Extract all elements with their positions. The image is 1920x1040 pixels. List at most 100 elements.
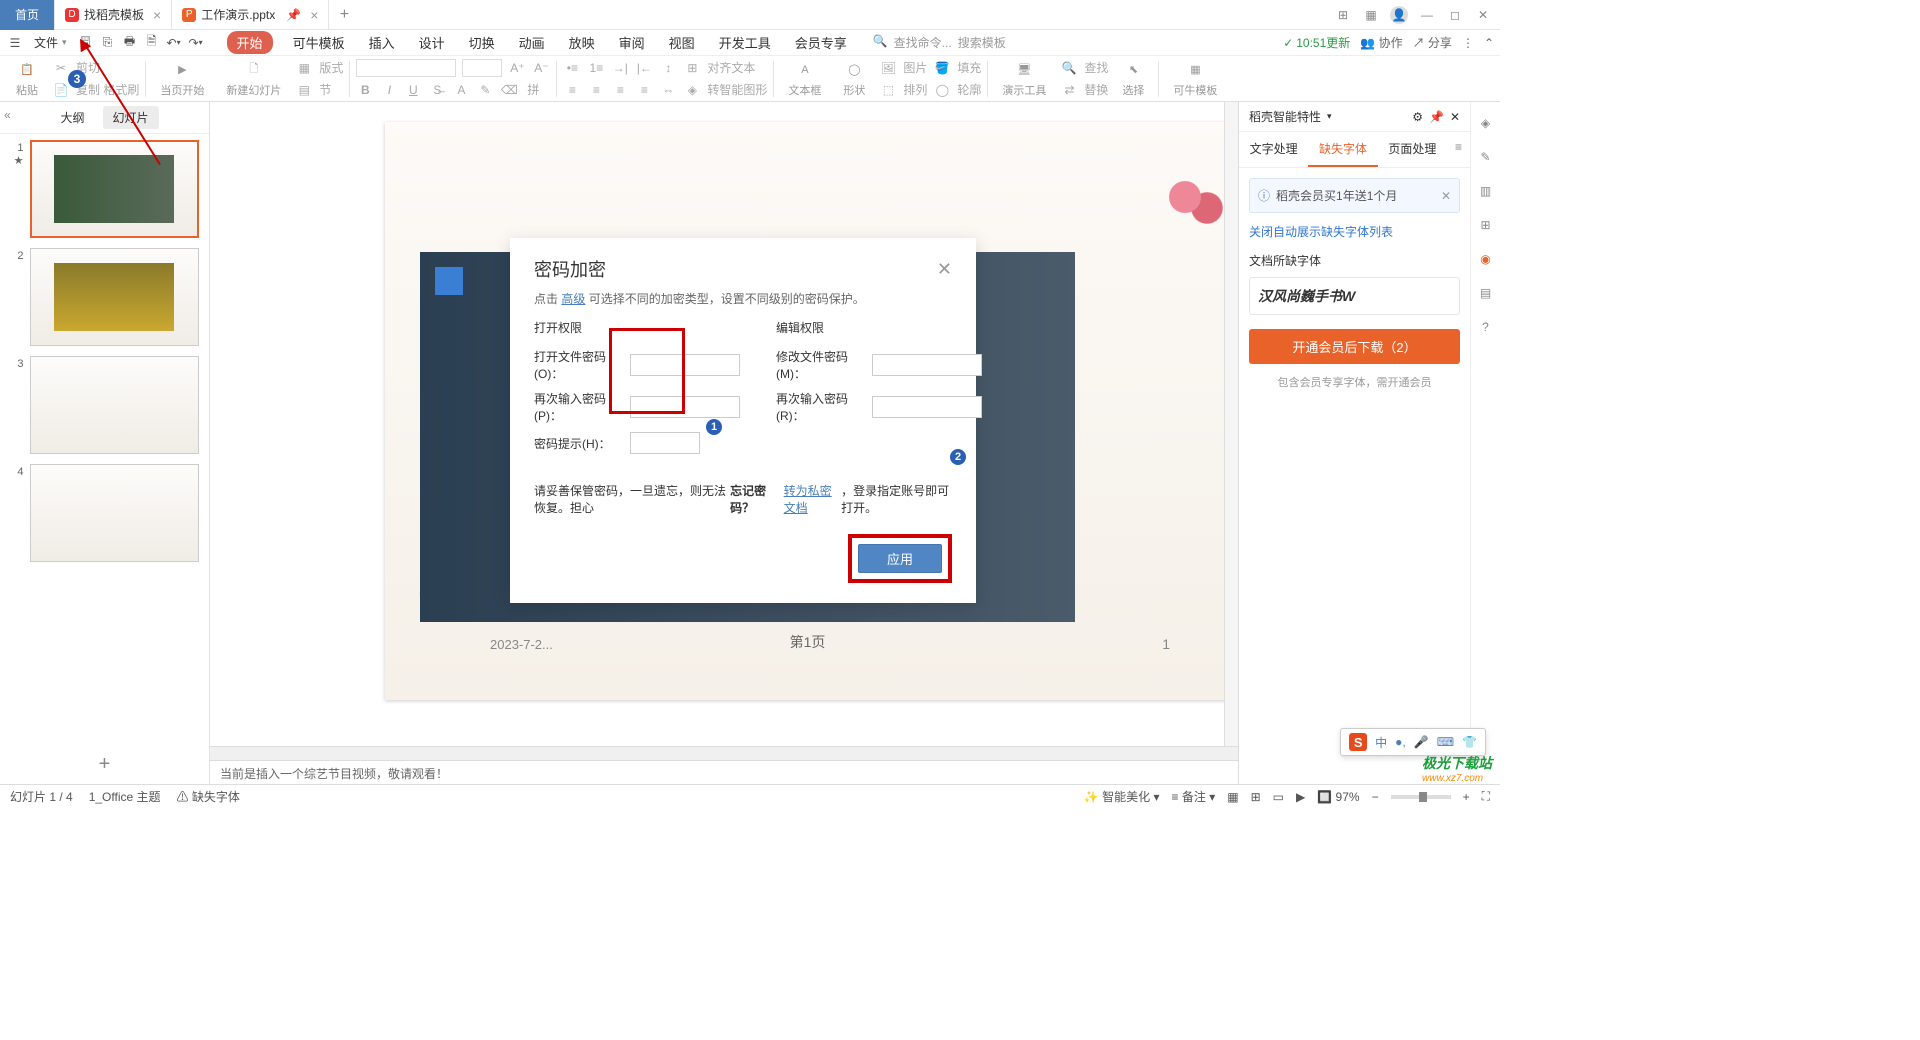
promo-close-icon[interactable]: ✕	[1441, 189, 1451, 203]
tab-transition[interactable]: 切换	[465, 31, 499, 54]
tab-member[interactable]: 会员专享	[791, 31, 851, 54]
align-justify-icon[interactable]: ≡	[635, 81, 653, 99]
zoom-in-icon[interactable]: +	[1463, 790, 1470, 804]
tab-view[interactable]: 视图	[665, 31, 699, 54]
bold-icon[interactable]: B	[356, 81, 374, 99]
side-tool-5-icon[interactable]: ◉	[1477, 250, 1495, 268]
font-select[interactable]	[356, 59, 456, 77]
close-auto-display-link[interactable]: 关闭自动展示缺失字体列表	[1239, 223, 1470, 240]
ime-keyboard-icon[interactable]: ⌨	[1437, 735, 1454, 749]
tab-home[interactable]: 首页	[0, 0, 55, 30]
horizontal-scrollbar[interactable]	[210, 746, 1238, 760]
print-preview-icon[interactable]: 🗎	[143, 34, 161, 52]
tab-animation[interactable]: 动画	[515, 31, 549, 54]
missing-font-item[interactable]: 汉风尚巍手书W	[1249, 277, 1460, 315]
fit-window-icon[interactable]: ⛶	[1482, 789, 1490, 804]
bullets-icon[interactable]: •≡	[563, 59, 581, 77]
underline-icon[interactable]: U	[404, 81, 422, 99]
copy-icon[interactable]: 📄	[52, 81, 70, 99]
more-icon[interactable]: ⋮	[1462, 36, 1474, 50]
select-btn[interactable]: ⬉选择	[1114, 60, 1152, 98]
play-from-here[interactable]: ▶当页开始	[152, 60, 212, 98]
edit-password-confirm-input[interactable]	[872, 396, 982, 418]
print-icon[interactable]: 🖶	[121, 34, 139, 52]
side-tool-6-icon[interactable]: ▤	[1477, 284, 1495, 302]
theme-name[interactable]: 1_Office 主题	[89, 788, 161, 805]
minimize-icon[interactable]: —	[1418, 6, 1436, 24]
ime-voice-icon[interactable]: 🎤	[1414, 735, 1429, 749]
font-color-icon[interactable]: A	[452, 81, 470, 99]
side-tool-2-icon[interactable]: ✎	[1477, 148, 1495, 166]
present-tools[interactable]: 🖥演示工具	[994, 60, 1054, 98]
kn-template-btn[interactable]: ▦可牛模板	[1165, 60, 1225, 98]
add-slide-button[interactable]: +	[0, 745, 209, 784]
promo-banner[interactable]: ⓘ 稻壳会员买1年送1个月 ✕	[1249, 178, 1460, 213]
smart-shape-btn[interactable]: ◈转智能图形	[683, 81, 767, 99]
pin-icon[interactable]: 📌	[1429, 110, 1444, 124]
section-btn[interactable]: ▤节	[295, 81, 343, 99]
increase-font-icon[interactable]: A⁺	[508, 59, 526, 77]
textbox-btn[interactable]: A文本框	[780, 60, 829, 98]
slide-thumbnail-3[interactable]	[30, 356, 199, 454]
export-icon[interactable]: ⎘	[99, 34, 117, 52]
collab-button[interactable]: 👥 协作	[1360, 34, 1402, 51]
fill-btn[interactable]: 🪣填充	[933, 59, 981, 77]
tab-close-icon[interactable]: ×	[153, 7, 161, 23]
beautify-btn[interactable]: ✨ 智能美化 ▾	[1084, 788, 1160, 805]
layout-btn[interactable]: ▦版式	[295, 59, 343, 77]
advanced-link[interactable]: 高级	[561, 292, 585, 306]
clear-format-icon[interactable]: ⌫	[500, 81, 518, 99]
open-password-confirm-input[interactable]	[630, 396, 740, 418]
ime-toolbar[interactable]: S 中 ●, 🎤 ⌨ 👕	[1340, 728, 1486, 756]
notes-bar[interactable]: 当前是插入一个综艺节目视频，敬请观看！	[210, 760, 1238, 784]
zoom-label[interactable]: 🔲 97%	[1317, 790, 1359, 804]
sync-status[interactable]: ✓10:51更新	[1283, 34, 1350, 51]
side-tool-1-icon[interactable]: ◈	[1477, 114, 1495, 132]
tab-dev[interactable]: 开发工具	[715, 31, 775, 54]
redo-icon[interactable]: ↷▾	[187, 34, 205, 52]
private-doc-link[interactable]: 转为私密文档	[784, 482, 839, 516]
layout-icon[interactable]: ⊞	[1334, 6, 1352, 24]
tab-design[interactable]: 设计	[415, 31, 449, 54]
tab-kn-template[interactable]: 可牛模板	[289, 31, 349, 54]
strike-icon[interactable]: S̶	[428, 81, 446, 99]
shape-btn[interactable]: ◯形状	[835, 60, 873, 98]
share-button[interactable]: ↗ 分享	[1413, 34, 1452, 51]
slide-thumbnail-2[interactable]	[30, 248, 199, 346]
notes-toggle[interactable]: ≡ 备注 ▾	[1172, 788, 1216, 805]
rp-tab-fonts[interactable]: 缺失字体	[1308, 132, 1377, 167]
highlight-icon[interactable]: ✎	[476, 81, 494, 99]
zoom-out-icon[interactable]: −	[1372, 790, 1379, 804]
tab-start[interactable]: 开始	[227, 31, 273, 54]
picture-btn[interactable]: 🖼图片	[879, 59, 927, 77]
ime-lang[interactable]: 中	[1375, 734, 1387, 751]
maximize-icon[interactable]: ◻	[1446, 6, 1464, 24]
tab-close-icon[interactable]: ×	[310, 7, 318, 23]
open-password-input[interactable]	[630, 354, 740, 376]
align-left-icon[interactable]: ≡	[563, 81, 581, 99]
italic-icon[interactable]: I	[380, 81, 398, 99]
pin-icon[interactable]: 📌	[286, 8, 301, 22]
missing-font-warning[interactable]: ⚠ 缺失字体	[177, 788, 240, 805]
view-sorter-icon[interactable]: ⊞	[1251, 790, 1261, 804]
download-fonts-button[interactable]: 开通会员后下载（2）	[1249, 329, 1460, 364]
file-menu[interactable]: 文件▾	[28, 32, 73, 53]
rp-menu-icon[interactable]: ≡	[1447, 132, 1470, 167]
cut-icon[interactable]: ✂	[52, 59, 70, 77]
dialog-close-icon[interactable]: ✕	[937, 259, 952, 280]
line-spacing-icon[interactable]: ↕	[659, 59, 677, 77]
zoom-slider[interactable]	[1391, 795, 1451, 799]
close-pane-icon[interactable]: ✕	[1450, 110, 1460, 124]
font-size-select[interactable]	[462, 59, 502, 77]
vertical-scrollbar[interactable]	[1224, 102, 1238, 746]
arrange-btn[interactable]: ⬚排列	[879, 81, 927, 99]
ime-punct-icon[interactable]: ●,	[1395, 735, 1406, 749]
view-reading-icon[interactable]: ▭	[1273, 790, 1284, 804]
save-icon[interactable]: 🖫	[77, 34, 95, 52]
search-command-input[interactable]: 查找命令...	[894, 34, 952, 51]
undo-icon[interactable]: ↶▾	[165, 34, 183, 52]
indent-inc-icon[interactable]: →|	[611, 59, 629, 77]
settings-icon[interactable]: ⚙	[1412, 110, 1423, 124]
align-text-btn[interactable]: ⊞对齐文本	[683, 59, 767, 77]
tab-template-store[interactable]: D 找稻壳模板 ×	[55, 0, 172, 30]
